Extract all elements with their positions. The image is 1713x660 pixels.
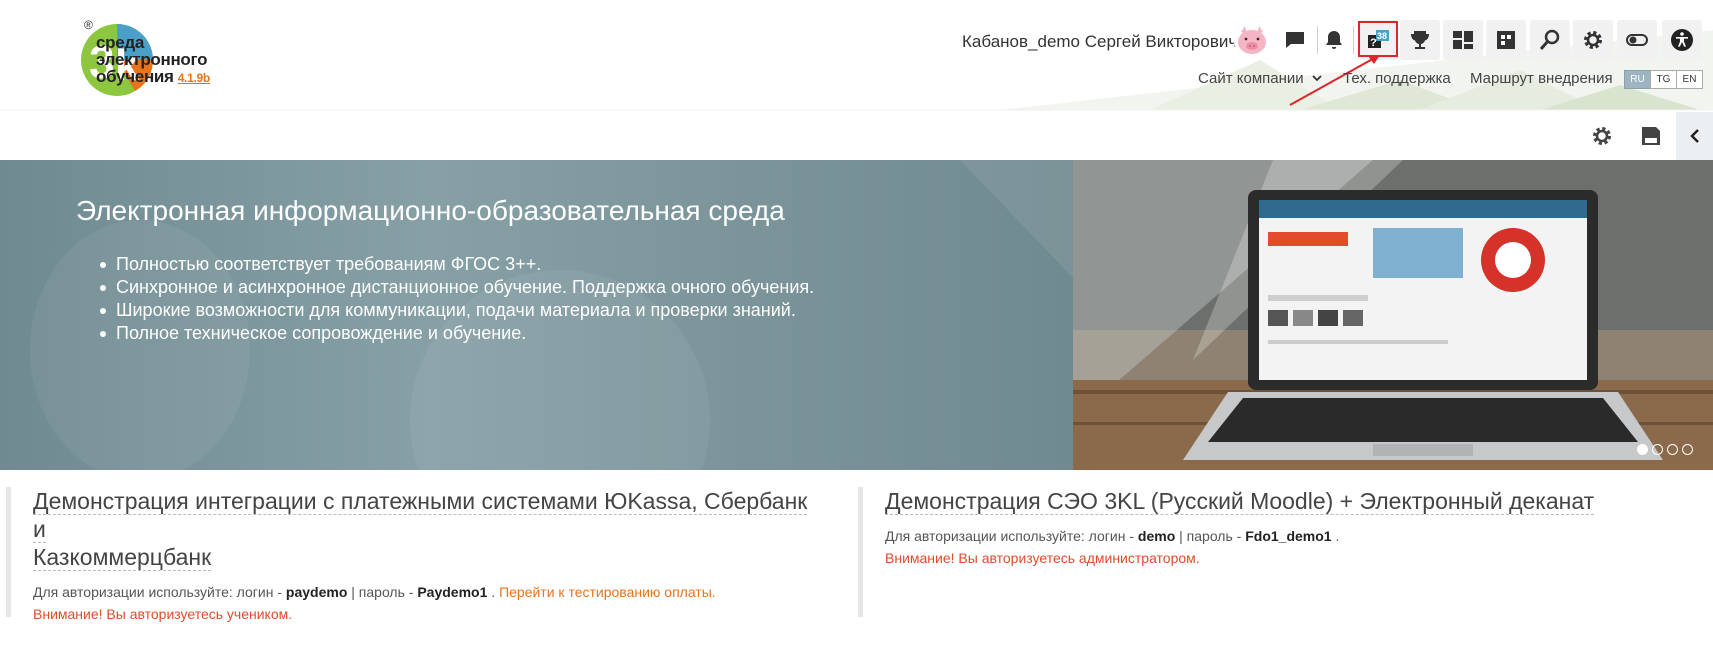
demo-card-payments: Демонстрация интеграции с платежными сис… [6,487,826,622]
card-title-line[interactable]: Демонстрация СЭО 3KL (Русский Moodle) + … [885,488,1595,515]
chevron-down-icon [1312,75,1322,82]
registered-mark: ® [84,18,93,32]
banner-feature-item: Синхронное и асинхронное дистанционное о… [99,277,815,297]
auth-hint: Для авторизации используйте: логин - [885,528,1135,544]
login-value: paydemo [285,584,348,600]
password-label: | пароль - [1179,528,1242,544]
company-site-label: Сайт компании [1198,70,1304,87]
password-value: Paydemo1 [417,584,488,600]
search-button[interactable] [1530,20,1570,60]
chevron-left-icon [1689,129,1699,143]
banner-feature-item: Полное техническое сопровождение и обуче… [99,322,814,345]
accessibility-button[interactable] [1662,20,1702,60]
theme-toggle-icon [1626,34,1648,46]
messages-icon [1286,32,1304,48]
implementation-route-link[interactable]: Маршрут внедрения [1470,70,1613,87]
auth-hint: Для авторизации используйте: логин - [33,584,283,600]
slider-dot[interactable] [1637,444,1648,455]
banner-title: Электронная информационно-образовательна… [76,195,785,226]
calendar-icon [1497,31,1515,49]
card-credentials: Для авторизации используйте: логин - dem… [885,528,1340,544]
card-title-line[interactable]: Демонстрация интеграции с платежными сис… [33,488,808,543]
hero-banner: Электронная информационно-образовательна… [0,160,1713,470]
search-icon [1539,29,1560,50]
achievements-icon [1411,31,1429,49]
logo-line-3-text: обучения [96,67,174,86]
card-title[interactable]: Демонстрация СЭО 3KL (Русский Moodle) + … [885,487,1698,515]
login-value: demo [1137,528,1176,544]
save-icon[interactable] [1640,125,1662,147]
dashboard-layout-button[interactable] [1443,20,1483,60]
card-title[interactable]: Демонстрация интеграции с платежными сис… [33,487,826,571]
banner-feature-list: Полностью соответствует требованиям ФГОС… [99,253,815,345]
password-label: | пароль - [351,584,414,600]
page-settings-icon[interactable] [1590,124,1614,148]
slider-dot[interactable] [1667,444,1678,455]
settings-button[interactable] [1573,20,1613,60]
slider-dots [1637,444,1693,455]
card-warning: Внимание! Вы авторизуетесь администратор… [885,550,1200,566]
password-value: Fdo1_demo1 [1245,528,1332,544]
achievements-button[interactable] [1400,20,1440,60]
version-link[interactable]: 4.1.9b [178,71,211,85]
card-warning: Внимание! Вы авторизуетесь учеником. [33,606,293,622]
logo-line-1: среда [96,33,145,52]
lang-ru[interactable]: RU [1624,70,1651,89]
slider-dot[interactable] [1682,444,1693,455]
page-header: 3 k ® среда электронного обучения 4.1.9b … [0,0,1713,160]
theme-toggle-button[interactable] [1617,20,1657,60]
slider-dot[interactable] [1652,444,1663,455]
banner-feature-item: Широкие возможности для коммуникации, по… [99,299,814,322]
company-site-menu[interactable]: Сайт компании [1198,70,1322,87]
card-credentials: Для авторизации используйте: логин - pay… [33,584,716,600]
user-avatar[interactable] [1234,22,1270,58]
lang-en[interactable]: EN [1676,70,1703,89]
notifications-icon [1326,31,1342,49]
banner-laptop-image [1073,160,1713,470]
logo-line-2: электронного [96,50,208,69]
lang-tg[interactable]: TG [1650,70,1677,89]
logo-line-3: обучения 4.1.9b [96,68,210,87]
settings-icon [1584,31,1602,49]
demo-card-deanery: Демонстрация СЭО 3KL (Русский Moodle) + … [858,487,1698,617]
accessibility-icon [1671,29,1693,51]
tech-support-link[interactable]: Тех. поддержка [1343,70,1451,87]
calendar-button[interactable] [1486,20,1526,60]
logo-text: среда электронного обучения 4.1.9b [96,34,210,87]
language-switcher: RU TG EN [1624,70,1703,89]
test-payment-link[interactable]: Перейти к тестированию оплаты. [499,584,716,600]
card-title-line[interactable]: Казкоммерцбанк [33,544,212,571]
dashboard-layout-icon [1453,31,1473,49]
banner-feature-item: Полностью соответствует требованиям ФГОС… [99,253,814,276]
collapse-sidebar-button[interactable] [1676,112,1713,160]
user-name[interactable]: Кабанов_demo Сергей Викторович [962,32,1237,52]
